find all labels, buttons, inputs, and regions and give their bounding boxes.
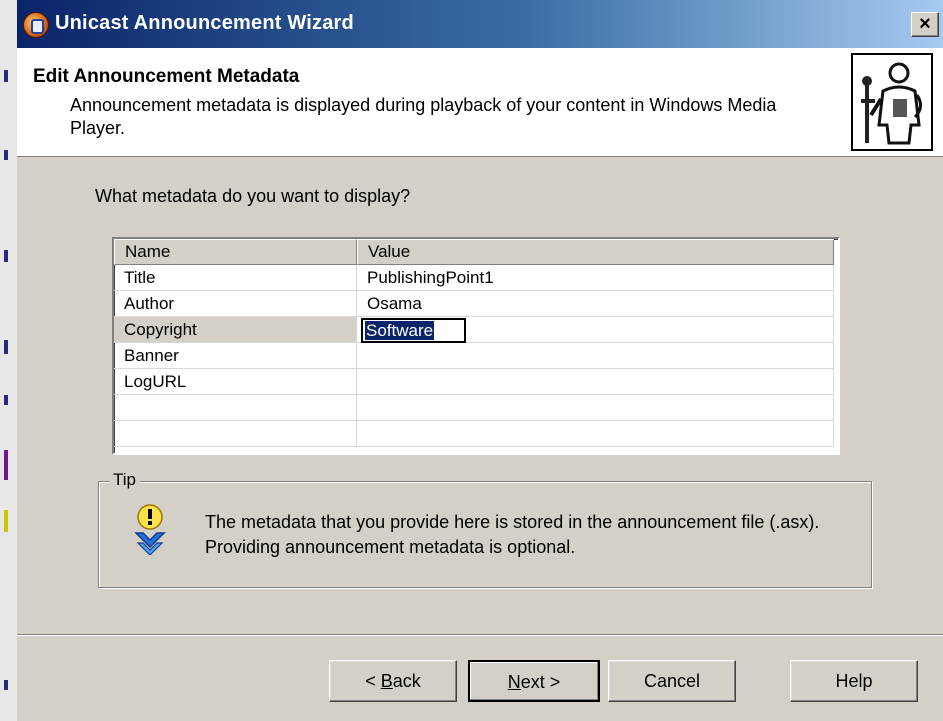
name-cell: Copyright: [114, 317, 357, 343]
value-cell[interactable]: Software: [357, 317, 834, 343]
metadata-table[interactable]: Name Value Title PublishingPoint1 Author…: [112, 237, 840, 455]
help-button[interactable]: Help: [790, 660, 918, 702]
value-edit-field[interactable]: Software: [361, 318, 467, 343]
table-row[interactable]: LogURL: [114, 369, 838, 395]
next-label-post: ext >: [520, 672, 561, 692]
table-row[interactable]: Banner: [114, 343, 838, 369]
tip-group: Tip The metadata that you provide here i…: [98, 470, 872, 588]
column-header-name[interactable]: Name: [114, 239, 357, 265]
tip-info-icon: [132, 503, 168, 556]
wizard-app-icon: [23, 12, 49, 38]
name-cell: Author: [114, 291, 357, 317]
value-cell[interactable]: [357, 421, 834, 447]
page-description: Announcement metadata is displayed durin…: [70, 95, 777, 138]
wizard-window: Unicast Announcement Wizard × Edit Annou…: [17, 0, 943, 721]
table-row[interactable]: Author Osama: [114, 291, 838, 317]
tip-text: The metadata that you provide here is st…: [205, 512, 820, 557]
column-header-value[interactable]: Value: [357, 239, 834, 265]
background-window-edge: [0, 0, 18, 721]
table-header: Name Value: [114, 239, 838, 265]
back-label-post: ack: [392, 671, 421, 691]
tip-label: Tip: [109, 470, 140, 490]
close-icon: ×: [919, 13, 931, 35]
back-label-pre: <: [365, 671, 381, 691]
back-accel: B: [380, 671, 393, 691]
value-cell[interactable]: [357, 343, 834, 369]
name-cell: [114, 421, 357, 447]
name-cell: Banner: [114, 343, 357, 369]
value-cell[interactable]: [357, 369, 834, 395]
table-row[interactable]: Title PublishingPoint1: [114, 265, 838, 291]
value-cell[interactable]: Osama: [357, 291, 834, 317]
name-cell: LogURL: [114, 369, 357, 395]
name-cell: Title: [114, 265, 357, 291]
name-cell: [114, 395, 357, 421]
button-separator: [17, 634, 943, 636]
next-button[interactable]: Next >: [468, 660, 600, 702]
table-row-selected[interactable]: Copyright Software: [114, 317, 838, 343]
wizard-header: Edit Announcement Metadata Announcement …: [17, 48, 943, 157]
metadata-question: What metadata do you want to display?: [95, 186, 411, 206]
table-row-empty[interactable]: [114, 395, 838, 421]
next-accel: N: [507, 672, 521, 692]
table-row-empty[interactable]: [114, 421, 838, 447]
selected-text: Software: [365, 321, 435, 340]
close-button[interactable]: ×: [911, 12, 939, 37]
person-figure-icon: [851, 53, 933, 151]
cancel-button[interactable]: Cancel: [608, 660, 736, 702]
value-cell[interactable]: [357, 395, 834, 421]
page-title: Edit Announcement Metadata: [33, 66, 300, 87]
window-title: Unicast Announcement Wizard: [55, 12, 354, 34]
back-button[interactable]: < Back: [329, 660, 457, 702]
value-cell[interactable]: PublishingPoint1: [357, 265, 834, 291]
title-bar[interactable]: Unicast Announcement Wizard ×: [17, 0, 943, 48]
